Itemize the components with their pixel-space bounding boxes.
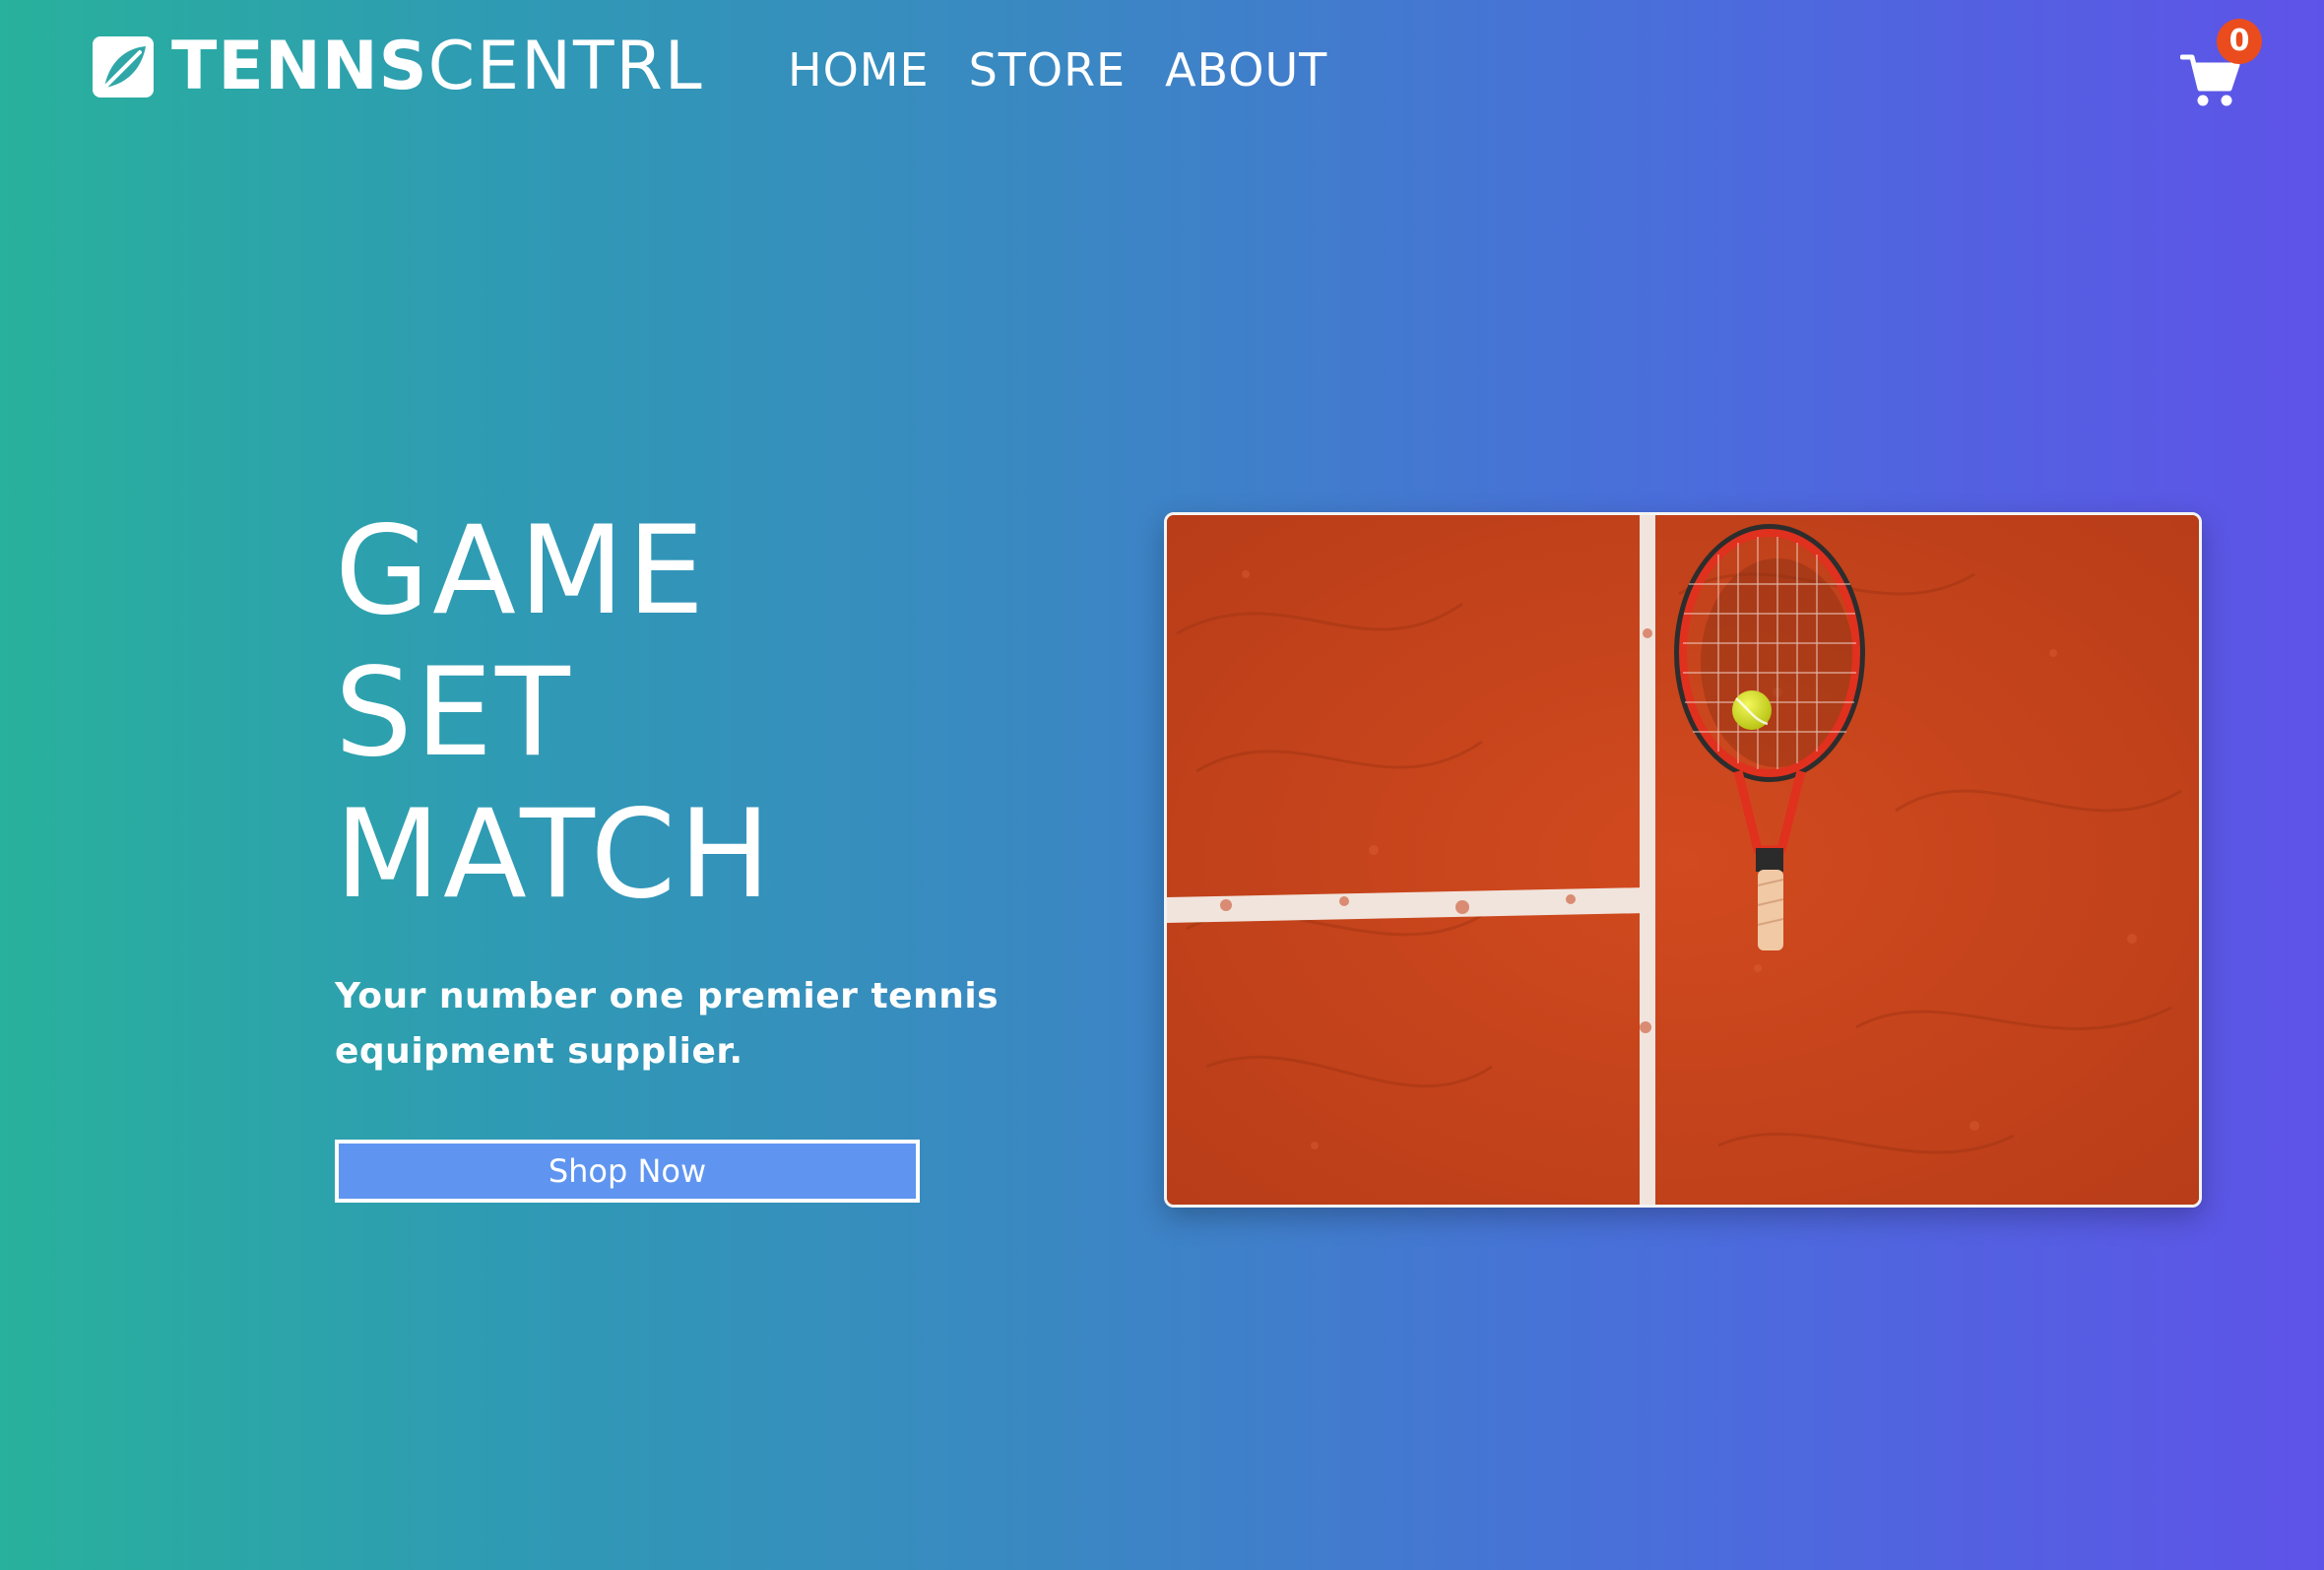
hero-subtitle: Your number one premier tennis equipment… bbox=[335, 976, 1000, 1072]
hero-title-line-set: SET bbox=[335, 642, 573, 784]
cart-count-badge: 0 bbox=[2217, 19, 2262, 64]
hero-title-line-game: GAME bbox=[335, 500, 708, 642]
leaf-logo-icon bbox=[93, 36, 154, 98]
hero-title-line-match: MATCH bbox=[335, 784, 774, 926]
brand-logo-link[interactable]: TENNSCENTRL bbox=[91, 28, 704, 106]
nav-about-link[interactable]: ABOUT bbox=[1165, 35, 1327, 104]
hero-title: GAME SET MATCH bbox=[335, 500, 886, 926]
main-nav: HOME STORE ABOUT bbox=[788, 35, 1367, 104]
shop-now-button[interactable]: Shop Now bbox=[335, 1140, 920, 1203]
tennis-court-illustration bbox=[1167, 515, 2199, 1205]
nav-store-link[interactable]: STORE bbox=[969, 35, 1127, 104]
brand-name-light: CENTRL bbox=[427, 28, 704, 105]
brand-name-bold: TENNS bbox=[171, 28, 428, 105]
nav-home-link[interactable]: HOME bbox=[788, 35, 930, 104]
site-header: TENNSCENTRL HOME STORE ABOUT 0 bbox=[0, 0, 2324, 148]
hero-image bbox=[1164, 512, 2202, 1208]
cart-button[interactable]: 0 bbox=[2176, 19, 2265, 118]
brand-name: TENNSCENTRL bbox=[171, 28, 704, 106]
